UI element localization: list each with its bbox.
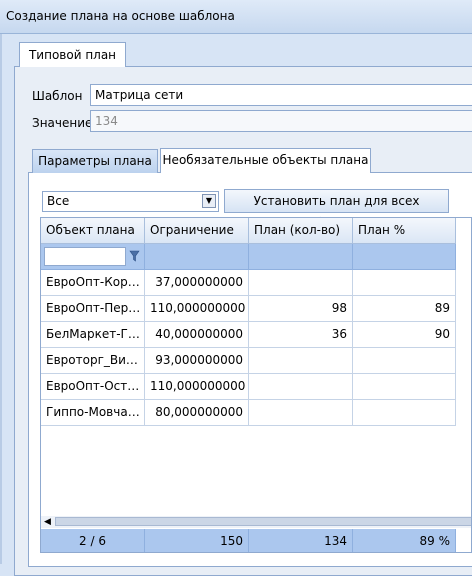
table-row[interactable]: Гиппо-Мовча… 80,000000000 — [41, 400, 471, 426]
column-header-plan-percent[interactable]: План % — [353, 218, 456, 244]
value-label: Значение — [32, 116, 93, 130]
object-filter-input[interactable] — [44, 247, 126, 266]
template-label: Шаблон — [32, 89, 83, 103]
filter-cell-object — [41, 244, 145, 270]
column-header-limit[interactable]: Ограничение — [145, 218, 249, 244]
cell-plan-percent[interactable] — [353, 400, 456, 426]
cell-object[interactable]: Евроторг_Ви… — [41, 348, 145, 374]
filter-select-value: Все — [47, 194, 70, 208]
value-field: 134 — [90, 110, 472, 132]
cell-plan-qty[interactable]: 36 — [249, 322, 353, 348]
table-row[interactable]: Евроторг_Ви… 93,000000000 — [41, 348, 471, 374]
grid-summary-row: 2 / 6 150 134 89 % — [41, 529, 471, 552]
cell-plan-qty[interactable] — [249, 270, 353, 296]
scrollbar-thumb[interactable] — [55, 517, 471, 526]
summary-limit: 150 — [145, 529, 249, 552]
column-header-object[interactable]: Объект плана — [41, 218, 145, 244]
cell-plan-qty[interactable] — [249, 400, 353, 426]
cell-plan-percent[interactable] — [353, 374, 456, 400]
filter-cell-plan-percent[interactable] — [353, 244, 456, 270]
chevron-down-icon[interactable]: ▼ — [202, 194, 216, 208]
filter-cell-limit[interactable] — [145, 244, 249, 270]
cell-object[interactable]: Гиппо-Мовча… — [41, 400, 145, 426]
tab-plan-parameters[interactable]: Параметры плана — [32, 149, 158, 173]
cell-plan-percent[interactable]: 89 — [353, 296, 456, 322]
summary-plan-qty: 134 — [249, 529, 353, 552]
window-titlebar: Создание плана на основе шаблона — [0, 0, 472, 34]
tab-typical-plan[interactable]: Типовой план — [19, 42, 126, 67]
cell-plan-percent[interactable] — [353, 270, 456, 296]
filter-select[interactable]: Все ▼ — [42, 191, 219, 212]
cell-limit[interactable]: 110,000000000 — [145, 374, 249, 400]
cell-plan-qty[interactable] — [249, 348, 353, 374]
table-row[interactable]: ЕвроОпт-Пер… 110,000000000 98 89 — [41, 296, 471, 322]
window-left-edge — [0, 34, 2, 564]
grid-header-row: Объект плана Ограничение План (кол-во) П… — [41, 218, 471, 244]
table-row[interactable]: БелМаркет-Г… 40,000000000 36 90 — [41, 322, 471, 348]
cell-object[interactable]: ЕвроОпт-Кор… — [41, 270, 145, 296]
cell-plan-qty[interactable] — [249, 374, 353, 400]
cell-limit[interactable]: 110,000000000 — [145, 296, 249, 322]
tab-optional-objects[interactable]: Необязательные объекты плана — [160, 148, 371, 173]
table-row[interactable]: ЕвроОпт-Кор… 37,000000000 — [41, 270, 471, 296]
template-field[interactable]: Матрица сети — [90, 84, 472, 106]
grid-filter-row — [41, 244, 471, 270]
cell-object[interactable]: ЕвроОпт-Ост… — [41, 374, 145, 400]
table-row[interactable]: ЕвроОпт-Ост… 110,000000000 — [41, 374, 471, 400]
objects-grid: Объект плана Ограничение План (кол-во) П… — [40, 217, 472, 553]
cell-limit[interactable]: 80,000000000 — [145, 400, 249, 426]
cell-object[interactable]: БелМаркет-Г… — [41, 322, 145, 348]
cell-limit[interactable]: 93,000000000 — [145, 348, 249, 374]
horizontal-scrollbar[interactable]: ◀ — [41, 516, 471, 528]
summary-count: 2 / 6 — [41, 529, 145, 552]
funnel-icon[interactable] — [129, 249, 140, 263]
set-plan-all-button[interactable]: Установить план для всех объектов — [224, 189, 449, 230]
cell-plan-percent[interactable]: 90 — [353, 322, 456, 348]
arrow-left-icon[interactable]: ◀ — [44, 516, 51, 528]
cell-limit[interactable]: 37,000000000 — [145, 270, 249, 296]
filter-cell-plan-qty[interactable] — [249, 244, 353, 270]
summary-plan-percent: 89 % — [353, 529, 456, 552]
cell-plan-qty[interactable]: 98 — [249, 296, 353, 322]
cell-plan-percent[interactable] — [353, 348, 456, 374]
cell-object[interactable]: ЕвроОпт-Пер… — [41, 296, 145, 322]
column-header-plan-qty[interactable]: План (кол-во) — [249, 218, 353, 244]
cell-limit[interactable]: 40,000000000 — [145, 322, 249, 348]
window-title: Создание плана на основе шаблона — [6, 9, 235, 23]
